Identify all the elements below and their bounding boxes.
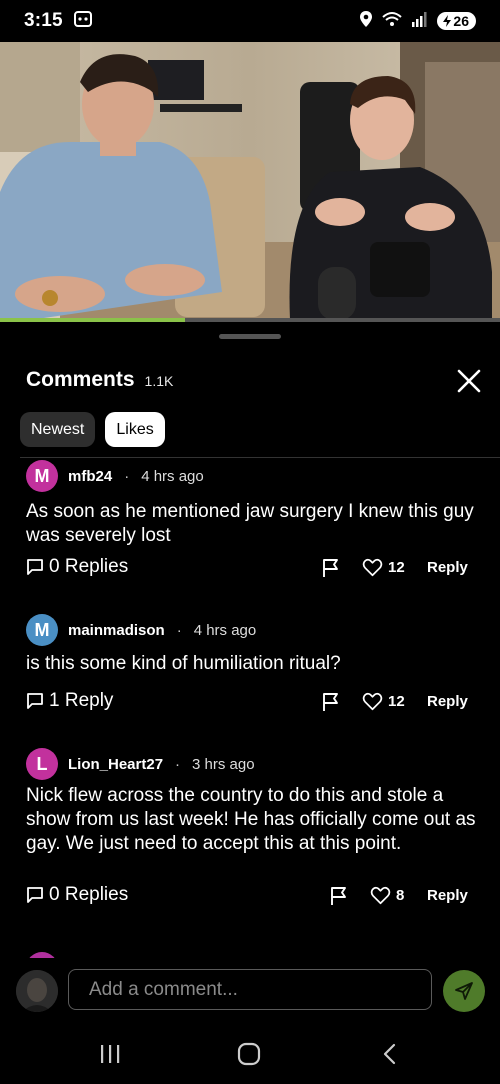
reply-button[interactable]: Reply — [427, 887, 468, 904]
replies-count: 0 Replies — [49, 556, 129, 577]
flag-button[interactable] — [328, 885, 350, 907]
comment-header: L Lion_Heart27 · 3 hrs ago — [26, 748, 255, 780]
screen-record-icon — [73, 10, 93, 33]
comments-list[interactable]: M mfb24 · 4 hrs ago As soon as he mentio… — [0, 458, 500, 958]
battery-level: 26 — [453, 13, 469, 29]
comment-time: 4 hrs ago — [141, 467, 204, 485]
battery-icon: 26 — [437, 12, 476, 30]
comment-actions: 0 Replies 12 Reply — [0, 556, 500, 580]
replies-button[interactable]: 0 Replies — [26, 556, 128, 578]
comment-time: 3 hrs ago — [192, 755, 255, 773]
comment-input[interactable] — [68, 969, 432, 1010]
close-icon — [457, 369, 481, 393]
wifi-icon — [381, 10, 403, 33]
send-button[interactable] — [443, 970, 485, 1012]
separator-dot: · — [124, 467, 130, 485]
recents-icon — [101, 1045, 120, 1063]
like-button[interactable]: 12 — [362, 558, 405, 577]
comment-text: As soon as he mentioned jaw surgery I kn… — [26, 501, 474, 546]
drag-handle[interactable] — [219, 334, 281, 339]
comment-header: M mainmadison · 4 hrs ago — [26, 614, 256, 646]
flag-icon — [331, 887, 346, 905]
comment-text: Nick flew across the country to do this … — [26, 785, 476, 854]
comments-count: 1.1K — [144, 373, 174, 389]
home-icon — [237, 1042, 261, 1066]
system-nav-bar — [0, 1022, 500, 1084]
reply-button[interactable]: Reply — [427, 559, 468, 576]
flag-button[interactable] — [320, 557, 342, 579]
comment-text: is this some kind of humiliation ritual? — [26, 653, 341, 674]
comment-actions: 1 Reply 12 Reply — [0, 690, 500, 714]
comments-header: Comments 1.1K — [26, 368, 173, 392]
video-player[interactable] — [0, 42, 500, 320]
location-icon — [359, 10, 373, 33]
like-count: 8 — [396, 887, 405, 904]
avatar-image — [16, 970, 58, 1012]
comment-time: 4 hrs ago — [193, 621, 257, 639]
heart-icon — [362, 558, 383, 577]
back-button[interactable] — [376, 1040, 404, 1068]
comment-composer — [0, 962, 500, 1022]
avatar[interactable]: L — [26, 748, 58, 780]
sort-newest-chip[interactable]: Newest — [20, 412, 96, 447]
heart-icon — [362, 692, 383, 711]
send-icon — [455, 982, 473, 1000]
user-avatar[interactable] — [16, 970, 58, 1012]
recents-button[interactable] — [96, 1040, 124, 1068]
like-button[interactable]: 8 — [370, 886, 404, 905]
replies-count: 0 Replies — [49, 884, 129, 905]
comment-username[interactable]: Lion_Heart27 — [68, 756, 163, 773]
avatar[interactable]: M — [26, 460, 58, 492]
like-button[interactable]: 12 — [362, 692, 405, 711]
back-icon — [383, 1043, 396, 1065]
home-button[interactable] — [235, 1040, 263, 1068]
flag-button[interactable] — [320, 691, 342, 713]
separator-dot: · — [175, 755, 181, 773]
like-count: 12 — [388, 693, 405, 710]
comment-username[interactable]: mainmadison — [68, 622, 165, 639]
replies-button[interactable]: 1 Reply — [26, 690, 113, 712]
close-button[interactable] — [452, 366, 486, 396]
replies-button[interactable]: 0 Replies — [26, 884, 128, 906]
separator-dot: · — [176, 621, 182, 639]
status-bar: 3:15 26 — [0, 0, 500, 42]
replies-count: 1 Reply — [49, 690, 114, 711]
avatar[interactable] — [26, 952, 58, 958]
flag-icon — [323, 559, 338, 577]
comment-icon — [27, 559, 43, 575]
comment-actions: 0 Replies 8 Reply — [0, 884, 500, 908]
comments-title: Comments — [26, 368, 135, 391]
sort-likes-chip[interactable]: Likes — [105, 412, 165, 447]
flag-icon — [323, 693, 338, 711]
comment-icon — [27, 887, 43, 903]
reply-button[interactable]: Reply — [427, 693, 468, 710]
sort-tabs: Newest Likes — [20, 412, 165, 447]
comments-sheet: Comments 1.1K Newest Likes M mfb24 · 4 h… — [0, 322, 500, 962]
like-count: 12 — [388, 559, 405, 576]
heart-icon — [370, 886, 391, 905]
signal-icon — [411, 10, 429, 33]
comment-icon — [27, 693, 43, 709]
status-time: 3:15 — [24, 10, 63, 31]
comment-username[interactable]: mfb24 — [68, 468, 112, 485]
video-frame — [0, 42, 500, 320]
avatar[interactable]: M — [26, 614, 58, 646]
comment-header: M mfb24 · 4 hrs ago — [26, 460, 204, 492]
